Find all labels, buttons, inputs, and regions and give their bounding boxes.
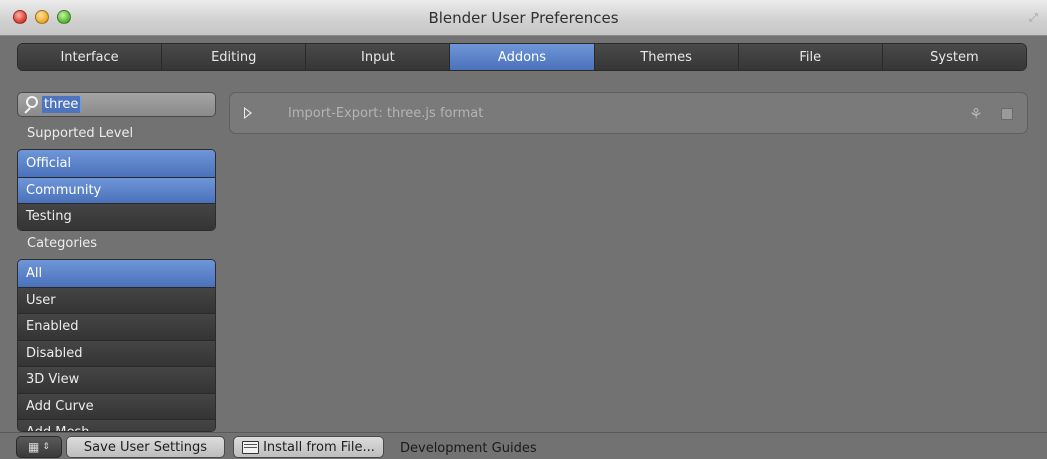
level-community[interactable]: Community (18, 176, 215, 203)
bottom-bar: ▦ ⇕ Save User Settings Install from File.… (0, 432, 1047, 459)
expand-triangle-icon[interactable] (244, 107, 252, 119)
tab-system[interactable]: System (881, 44, 1026, 70)
category-add-mesh[interactable]: Add Mesh (18, 419, 215, 431)
tab-editing[interactable]: Editing (161, 44, 306, 70)
text-cursor (81, 96, 83, 113)
supported-level-list: Official Community Testing (17, 149, 216, 231)
tab-input[interactable]: Input (305, 44, 450, 70)
category-disabled[interactable]: Disabled (18, 339, 215, 366)
categories-list: All User Enabled Disabled 3D View Add Cu… (17, 259, 216, 432)
tab-file[interactable]: File (737, 44, 882, 70)
addon-search-input[interactable]: three (17, 92, 216, 117)
install-from-file-button[interactable]: Install from File... (233, 436, 384, 458)
window-title: Blender User Preferences (428, 9, 619, 27)
chevron-updown-icon: ⇕ (42, 442, 50, 452)
save-user-settings-button[interactable]: Save User Settings (66, 436, 225, 458)
search-icon (22, 95, 40, 114)
install-label: Install from File... (263, 439, 375, 455)
tab-addons[interactable]: Addons (449, 44, 594, 70)
category-all[interactable]: All (18, 260, 215, 287)
category-enabled[interactable]: Enabled (18, 313, 215, 340)
fullscreen-icon[interactable]: ⤢ (1029, 12, 1041, 24)
search-query: three (42, 96, 81, 113)
addon-row: Import-Export: three.js format ⚘ (229, 92, 1028, 134)
category-add-curve[interactable]: Add Curve (18, 392, 215, 419)
category-user[interactable]: User (18, 286, 215, 313)
user-addon-icon: ⚘ (969, 105, 983, 123)
editor-type-selector[interactable]: ▦ ⇕ (16, 436, 62, 458)
preferences-icon: ▦ (28, 440, 40, 454)
tab-themes[interactable]: Themes (593, 44, 738, 70)
window-titlebar: Blender User Preferences ⤢ (0, 0, 1047, 36)
preferences-tab-bar: Interface Editing Input Addons Themes Fi… (17, 43, 1027, 71)
development-guides-link[interactable]: Development Guides (400, 441, 537, 456)
categories-label: Categories (27, 236, 98, 251)
level-official[interactable]: Official (18, 150, 215, 177)
category-3d-view[interactable]: 3D View (18, 366, 215, 393)
addon-name: Import-Export: three.js format (288, 105, 484, 121)
supported-level-label: Supported Level (27, 126, 134, 141)
level-testing[interactable]: Testing (18, 203, 215, 230)
tab-interface[interactable]: Interface (18, 44, 162, 70)
file-browser-icon (242, 440, 260, 454)
addon-enable-checkbox[interactable] (1001, 108, 1013, 120)
